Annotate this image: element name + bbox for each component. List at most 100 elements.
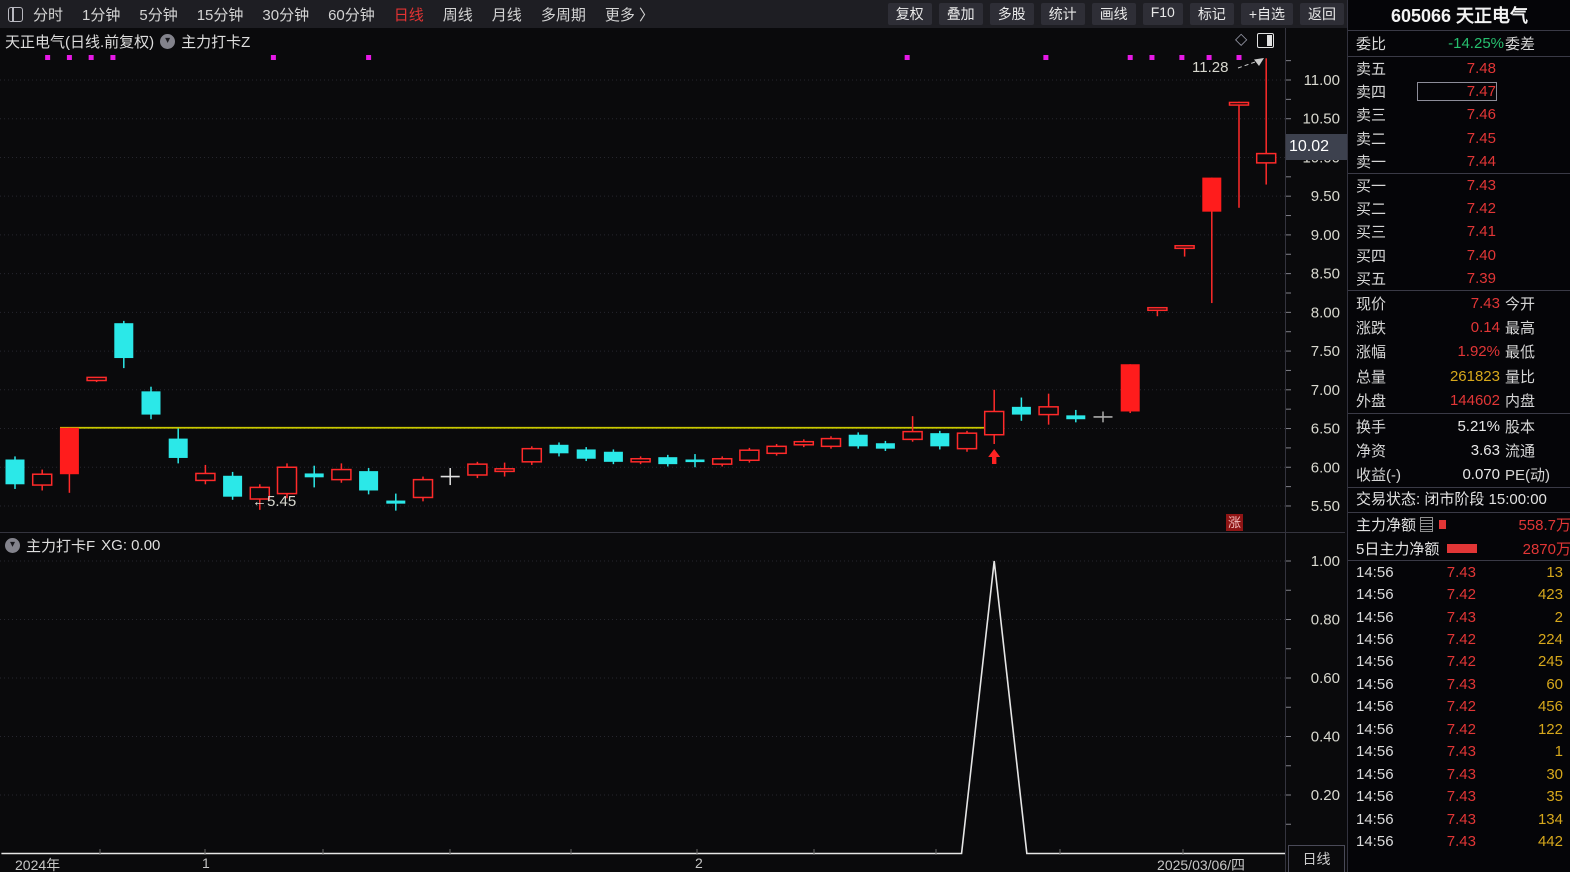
detail-doc-icon[interactable]	[1420, 517, 1433, 532]
ask-row[interactable]: 卖一7.44	[1348, 150, 1570, 173]
tick-volume: 134	[1476, 811, 1563, 828]
indicator-dropdown-icon[interactable]: ▾	[5, 538, 20, 553]
tick-volume: 122	[1476, 721, 1563, 738]
info-label: 外盘	[1356, 390, 1418, 411]
quote-info-row: 总量261823量比	[1348, 364, 1570, 388]
signal-dot	[1179, 55, 1184, 60]
period-tab[interactable]: 日线	[394, 4, 424, 25]
period-tab[interactable]: 更多 〉	[605, 4, 654, 25]
tick-volume: 13	[1476, 564, 1563, 581]
tick-row: 14:567.43134	[1348, 808, 1570, 830]
period-tab[interactable]: 5分钟	[139, 4, 177, 25]
bid-row[interactable]: 买四7.40	[1348, 244, 1570, 267]
level-price[interactable]: 7.45	[1418, 130, 1496, 147]
sub-y-axis-label: 0.80	[1311, 612, 1340, 629]
tick-row: 14:567.4313	[1348, 561, 1570, 583]
tick-time: 14:56	[1356, 653, 1410, 670]
toolbar-action-button[interactable]: 返回	[1300, 3, 1344, 25]
candle	[903, 432, 922, 440]
bid-row[interactable]: 买二7.42	[1348, 197, 1570, 220]
tick-row: 14:567.4330	[1348, 763, 1570, 785]
sub-chart-header: ▾ 主力打卡F XG: 0.00	[5, 535, 160, 556]
signal-dot	[89, 55, 94, 60]
candle	[686, 460, 705, 463]
level-price[interactable]: 7.44	[1418, 153, 1496, 170]
signal-dot	[271, 55, 276, 60]
ask-row[interactable]: 卖二7.45	[1348, 127, 1570, 150]
candle	[1175, 246, 1194, 249]
bid-row[interactable]: 买三7.41	[1348, 220, 1570, 243]
candle	[522, 449, 541, 462]
diamond-icon[interactable]: ◇	[1235, 32, 1247, 48]
info-label-2: 量比	[1505, 366, 1563, 387]
candle	[1121, 364, 1140, 411]
sub-y-axis-label: 0.40	[1311, 729, 1340, 746]
tick-volume: 60	[1476, 676, 1563, 693]
main-y-axis-label: 6.50	[1311, 421, 1340, 438]
toolbar-action-button[interactable]: 复权	[888, 3, 932, 25]
signal-dot	[1043, 55, 1048, 60]
level-price[interactable]: 7.46	[1418, 106, 1496, 123]
window-layout-icon[interactable]	[8, 7, 23, 22]
toolbar-action-button[interactable]: 标记	[1190, 3, 1234, 25]
period-tab[interactable]: 60分钟	[328, 4, 375, 25]
main-chart-header: 天正电气(日线.前复权) ▾ 主力打卡Z	[5, 31, 250, 52]
candle	[631, 459, 650, 462]
quote-info-row: 外盘144602内盘	[1348, 388, 1570, 412]
candle	[6, 460, 25, 485]
info-label: 收益(-)	[1356, 464, 1418, 485]
ask-row[interactable]: 卖四7.47	[1348, 80, 1570, 103]
main-y-axis-label: 6.00	[1311, 459, 1340, 476]
level-price[interactable]: 7.43	[1418, 177, 1496, 194]
toolbar-action-button[interactable]: 画线	[1092, 3, 1136, 25]
ask-row[interactable]: 卖三7.46	[1348, 103, 1570, 126]
period-tab[interactable]: 15分钟	[197, 4, 244, 25]
net-inflow-bar	[1439, 520, 1446, 529]
ask-order-book: 卖五7.48卖四7.47卖三7.46卖二7.45卖一7.44	[1348, 57, 1570, 173]
toolbar-action-button[interactable]: +自选	[1241, 3, 1293, 25]
level-price[interactable]: 7.41	[1418, 223, 1496, 240]
bid-row[interactable]: 买一7.43	[1348, 174, 1570, 197]
info-label-2: 股本	[1505, 416, 1563, 437]
level-price[interactable]: 7.42	[1418, 200, 1496, 217]
toolbar-action-button[interactable]: 叠加	[939, 3, 983, 25]
bid-row[interactable]: 买五7.39	[1348, 267, 1570, 290]
weibi-value: -14.25%	[1418, 35, 1504, 52]
period-tab[interactable]: 1分钟	[82, 4, 120, 25]
period-tab[interactable]: 月线	[492, 4, 522, 25]
period-tab[interactable]: 30分钟	[262, 4, 309, 25]
toolbar: 分时 1分钟 5分钟 15分钟 30分钟 60分钟日线周线月线多周期更多 〉 复权叠加多股…	[0, 0, 1347, 29]
period-tab[interactable]: 周线	[443, 4, 473, 25]
candlestick-chart[interactable]: 5.506.006.507.007.508.008.509.009.5010.0…	[0, 28, 1347, 872]
split-panel-icon[interactable]	[1257, 33, 1274, 48]
tick-row: 14:567.42456	[1348, 696, 1570, 718]
level-label: 卖三	[1356, 104, 1418, 125]
candle	[196, 473, 215, 480]
period-tab[interactable]: 多周期	[541, 4, 586, 25]
level-price[interactable]: 7.47	[1418, 83, 1496, 100]
toolbar-action-button[interactable]: 多股	[990, 3, 1034, 25]
level-price[interactable]: 7.40	[1418, 247, 1496, 264]
high-price-annotation: 11.28	[1192, 59, 1228, 76]
main-net-inflow-row: 主力净额 558.7万	[1348, 513, 1570, 537]
candle	[33, 474, 52, 485]
bottom-period-cell[interactable]: 日线	[1288, 845, 1345, 872]
indicator-dropdown-icon[interactable]: ▾	[160, 34, 175, 49]
tick-price: 7.43	[1410, 766, 1476, 783]
tick-time: 14:56	[1356, 676, 1410, 693]
toolbar-action-button[interactable]: 统计	[1041, 3, 1085, 25]
tick-volume: 30	[1476, 766, 1563, 783]
period-tab[interactable]: 分时	[33, 4, 63, 25]
quote-info-row: 现价7.43今开	[1348, 291, 1570, 315]
tick-trade-list[interactable]: 14:567.431314:567.4242314:567.43214:567.…	[1348, 561, 1570, 853]
signal-dot	[67, 55, 72, 60]
level-price[interactable]: 7.48	[1418, 60, 1496, 77]
main-y-axis-label: 7.00	[1311, 382, 1340, 399]
net-inflow-5d-row: 5日主力净额 2870万	[1348, 537, 1570, 561]
level-price[interactable]: 7.39	[1418, 270, 1496, 287]
tick-price: 7.43	[1410, 811, 1476, 828]
candle	[767, 446, 786, 453]
toolbar-action-button[interactable]: F10	[1143, 3, 1183, 25]
tick-row: 14:567.432	[1348, 606, 1570, 628]
ask-row[interactable]: 卖五7.48	[1348, 57, 1570, 80]
